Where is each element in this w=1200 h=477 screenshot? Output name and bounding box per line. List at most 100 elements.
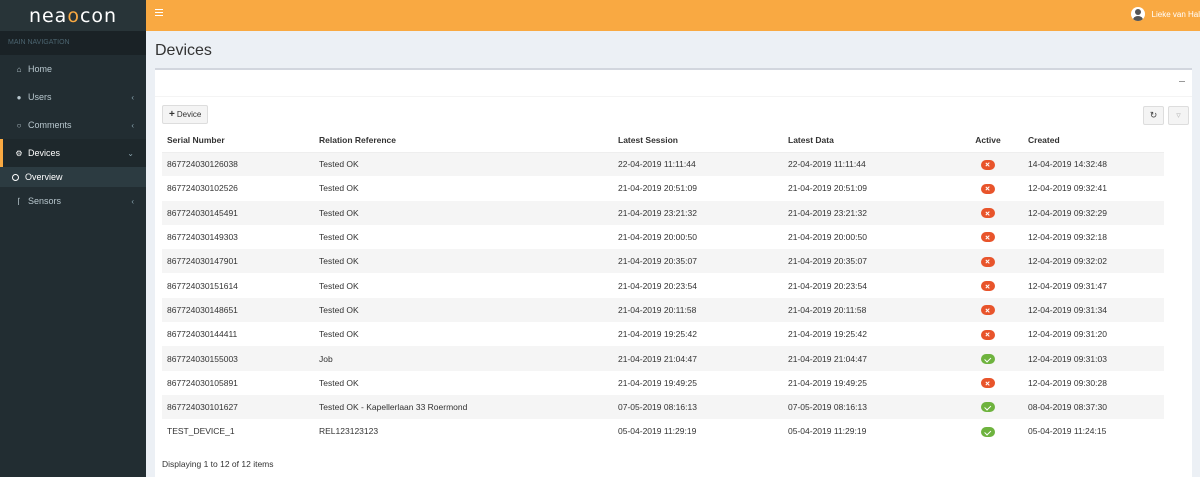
home-icon: ⌂ xyxy=(16,64,22,74)
sidebar-item-devices[interactable]: ⚙ Devices ⌄ xyxy=(0,139,146,167)
cell-session: 05-04-2019 11:29:19 xyxy=(618,426,697,437)
cell-serial: TEST_DEVICE_1 xyxy=(167,426,235,437)
avatar xyxy=(1130,7,1145,21)
user-menu[interactable]: Lieke van Hal xyxy=(1130,7,1200,21)
cell-data: 21-04-2019 20:00:50 xyxy=(788,232,867,243)
chevron-left-icon: ‹ xyxy=(131,120,134,130)
cell-relation: Tested OK xyxy=(319,304,359,315)
refresh-icon: ↻ xyxy=(1149,110,1158,120)
pagination-summary: Displaying 1 to 12 of 12 items xyxy=(162,459,274,469)
cell-data: 21-04-2019 19:25:42 xyxy=(788,329,867,340)
add-device-label: Device xyxy=(176,110,202,119)
cell-session: 21-04-2019 20:35:07 xyxy=(618,256,697,267)
table-row[interactable]: 867724030101627 Tested OK - Kapellerlaan … xyxy=(162,394,1164,420)
table-row[interactable]: 867724030102526 Tested OK 21-04-2019 20:51… xyxy=(162,176,1164,200)
cell-data: 21-04-2019 21:04:47 xyxy=(788,353,867,364)
sidebar-item-sensors[interactable]: ⌈ Sensors ‹ xyxy=(0,187,146,215)
divider xyxy=(155,96,1192,97)
table-row[interactable]: 867724030148651 Tested OK 21-04-2019 20:11… xyxy=(162,297,1164,323)
cell-serial: 867724030144411 xyxy=(167,329,238,340)
cell-relation: Tested OK xyxy=(319,159,359,170)
column-header-serial-number[interactable]: Serial Number xyxy=(162,128,314,153)
cell-relation: Tested OK xyxy=(319,329,359,340)
sidebar-subitem-label: Overview xyxy=(25,172,63,182)
add-device-button[interactable]: + Device xyxy=(162,105,209,124)
cell-data: 21-04-2019 20:35:07 xyxy=(788,256,867,267)
table-header-row: Serial Number Relation Reference Latest … xyxy=(162,128,1164,153)
cell-serial: 867724030105891 xyxy=(167,377,238,388)
cell-data: 21-04-2019 20:11:58 xyxy=(788,304,867,315)
collapse-icon[interactable] xyxy=(1177,74,1187,84)
user-icon: ● xyxy=(16,92,22,102)
table-row[interactable]: 867724030126038 Tested OK 22-04-2019 11:11… xyxy=(162,152,1164,177)
cell-relation: Tested OK xyxy=(319,183,359,194)
column-header-latest-session[interactable]: Latest Session xyxy=(613,128,783,153)
gear-icon: ⚙ xyxy=(15,148,23,158)
user-name: Lieke van Hal xyxy=(1151,9,1200,19)
plus-icon: + xyxy=(169,109,175,120)
cell-relation: Tested OK - Kapellerlaan 33 Roermond xyxy=(319,402,468,413)
cell-created: 12-04-2019 09:31:34 xyxy=(1028,304,1107,315)
cell-serial: 867724030149303 xyxy=(167,232,238,243)
sidebar-subitem-overview[interactable]: Overview xyxy=(0,167,146,187)
cell-relation: Tested OK xyxy=(319,256,359,267)
cell-active xyxy=(953,273,1023,297)
inactive-cross-icon xyxy=(981,208,995,219)
chevron-left-icon: ‹ xyxy=(131,92,134,102)
inactive-cross-icon xyxy=(981,159,995,170)
cell-created: 12-04-2019 09:31:03 xyxy=(1028,353,1107,364)
cell-session: 21-04-2019 23:21:32 xyxy=(618,207,697,218)
table-row[interactable]: 867724030144411 Tested OK 21-04-2019 19:25… xyxy=(162,322,1164,346)
cell-data: 07-05-2019 08:16:13 xyxy=(788,402,867,413)
cell-session: 21-04-2019 19:25:42 xyxy=(618,329,697,340)
cell-data: 22-04-2019 11:11:44 xyxy=(788,159,866,170)
sidebar-item-label: Home xyxy=(28,64,53,74)
chevron-left-icon: ‹ xyxy=(131,196,134,206)
devices-box: + Device ↻ ▿ Serial Number Relation Refe… xyxy=(155,68,1192,477)
cell-active xyxy=(953,249,1023,273)
cell-relation: REL123123123 xyxy=(319,426,379,437)
column-header-latest-data[interactable]: Latest Data xyxy=(783,128,953,153)
refresh-button[interactable]: ↻ xyxy=(1143,106,1164,125)
table-row[interactable]: 867724030149303 Tested OK 21-04-2019 20:00… xyxy=(162,225,1164,249)
column-header-created[interactable]: Created xyxy=(1023,128,1164,153)
top-bar: Lieke van Hal xyxy=(146,0,1200,31)
cell-session: 21-04-2019 20:51:09 xyxy=(618,183,697,194)
sidebar-item-home[interactable]: ⌂ Home xyxy=(0,55,146,83)
sidebar-item-label: Devices xyxy=(28,148,61,158)
cell-created: 12-04-2019 09:30:28 xyxy=(1028,377,1107,388)
cell-relation: Tested OK xyxy=(319,232,359,243)
hamburger-menu-icon[interactable] xyxy=(155,9,163,16)
table-row[interactable]: 867724030145491 Tested OK 21-04-2019 23:21… xyxy=(162,200,1164,225)
sidebar-item-comments[interactable]: ○ Comments ‹ xyxy=(0,111,146,139)
inactive-cross-icon xyxy=(981,305,995,316)
cell-session: 21-04-2019 20:00:50 xyxy=(618,232,697,243)
cell-created: 12-04-2019 09:32:41 xyxy=(1028,183,1107,194)
cell-data: 21-04-2019 23:21:32 xyxy=(788,207,867,218)
table-row[interactable]: 867724030151614 Tested OK 21-04-2019 20:23… xyxy=(162,273,1164,297)
cell-serial: 867724030155003 xyxy=(167,353,238,364)
column-header-active[interactable]: Active xyxy=(953,128,1023,153)
logo-text: neaocon xyxy=(28,4,118,27)
table-row[interactable]: TEST_DEVICE_1 REL123123123 05-04-2019 11:2… xyxy=(162,419,1164,443)
table-row[interactable]: 867724030147901 Tested OK 21-04-2019 20:35… xyxy=(162,249,1164,274)
sidebar: neaocon MAIN NAVIGATION ⌂ Home ● Users ‹… xyxy=(0,0,146,477)
thermometer-icon: ⌈ xyxy=(17,196,21,206)
sidebar-item-label: Users xyxy=(28,92,52,102)
logo[interactable]: neaocon xyxy=(0,0,146,31)
cell-session: 21-04-2019 21:04:47 xyxy=(618,353,697,364)
table-row[interactable]: 867724030155003 Job 21-04-2019 21:04:47 21-… xyxy=(162,346,1164,371)
sidebar-item-label: Comments xyxy=(28,120,72,130)
filter-button[interactable]: ▿ xyxy=(1168,106,1189,125)
table-row[interactable]: 867724030105891 Tested OK 21-04-2019 19:49… xyxy=(162,371,1164,395)
cell-serial: 867724030101627 xyxy=(167,402,238,413)
cell-session: 07-05-2019 08:16:13 xyxy=(618,402,697,413)
column-header-relation-reference[interactable]: Relation Reference xyxy=(314,128,613,153)
cell-serial: 867724030151614 xyxy=(167,280,238,291)
sidebar-item-users[interactable]: ● Users ‹ xyxy=(0,83,146,111)
cell-active xyxy=(953,419,1023,443)
nav-header: MAIN NAVIGATION xyxy=(0,31,146,55)
cell-created: 14-04-2019 14:32:48 xyxy=(1028,159,1107,170)
inactive-cross-icon xyxy=(981,232,995,243)
sidebar-item-label: Sensors xyxy=(28,196,62,206)
